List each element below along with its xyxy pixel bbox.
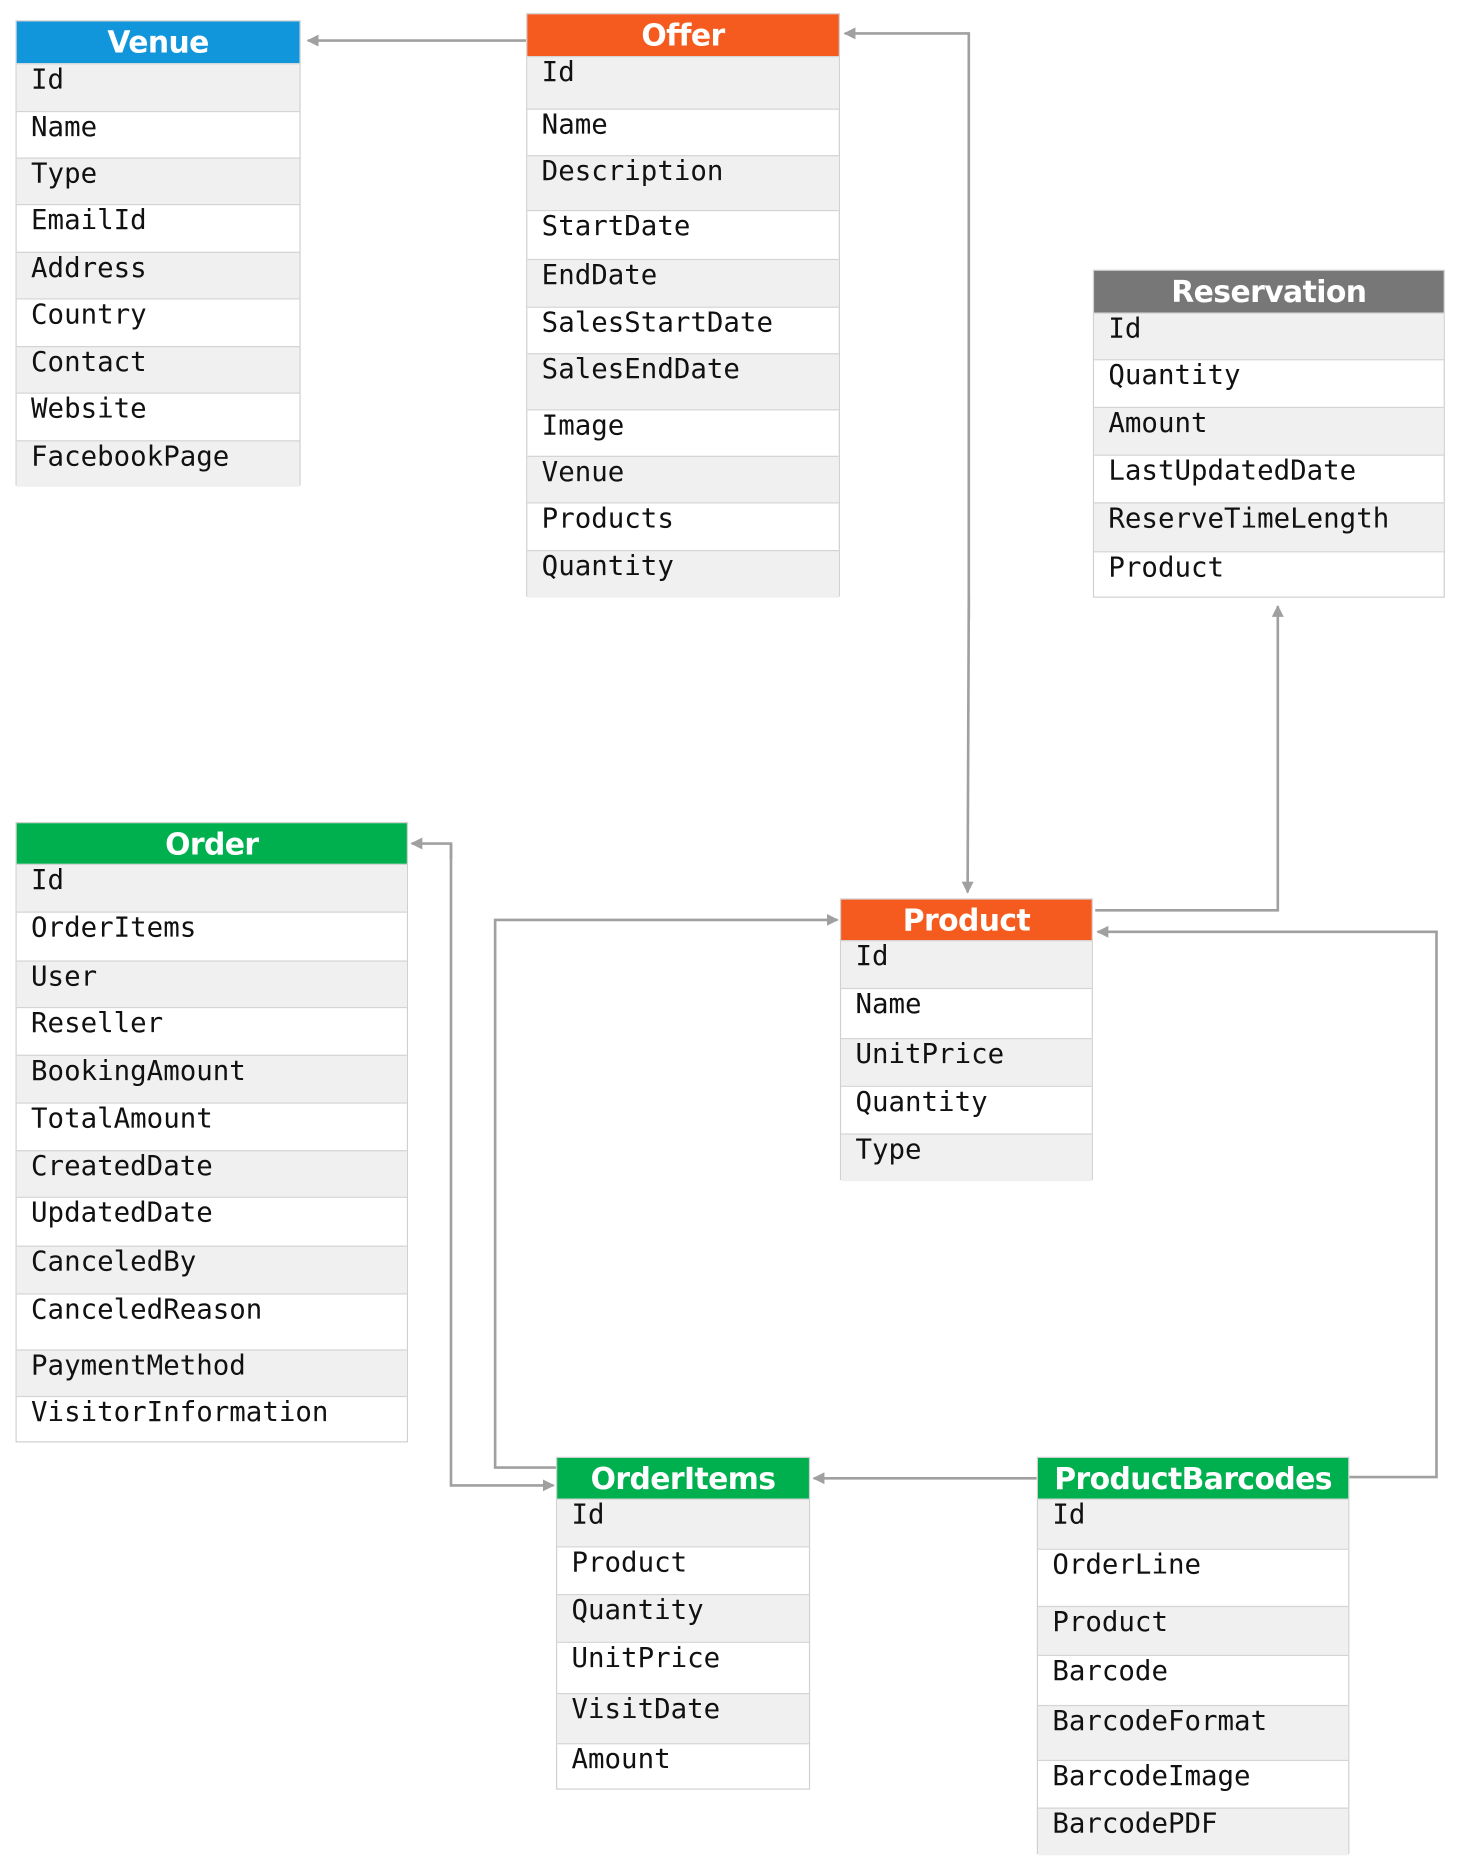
table-reservation: Reservation Id Quantity Amount LastUpdatedDa… <box>1092 269 1445 599</box>
field-row: BarcodeImage <box>1037 1759 1349 1808</box>
field-row: LastUpdatedDate <box>1094 454 1444 503</box>
field-row: BarcodeFormat <box>1037 1704 1349 1760</box>
field-row: Quantity <box>557 1593 809 1642</box>
field-row: OrderItems <box>16 911 407 961</box>
table-title: Reservation <box>1094 270 1444 313</box>
field-row: Id <box>16 63 300 111</box>
link-orderitems-order <box>410 837 453 860</box>
field-row: Name <box>16 110 300 158</box>
field-row: Id <box>841 940 1092 988</box>
field-row: Reseller <box>16 1006 407 1055</box>
table-title: Order <box>16 823 407 865</box>
field-row: Quantity <box>841 1085 1092 1134</box>
field-row: CanceledBy <box>16 1245 407 1294</box>
field-row: Product <box>1094 551 1444 599</box>
table-order: Order Id OrderItems User Reseller BookingAmou… <box>15 822 409 1444</box>
field-row: EmailId <box>16 204 300 252</box>
field-row: Quantity <box>1094 359 1444 407</box>
table-product: Product Id Name UnitPrice Quantity Type <box>839 898 1093 1182</box>
field-row: Website <box>16 392 300 441</box>
table-title: ProductBarcodes <box>1037 1457 1349 1500</box>
field-row: Id <box>16 863 407 912</box>
field-row: Name <box>527 108 839 156</box>
field-row: OrderLine <box>1037 1548 1349 1606</box>
table-title: Product <box>841 899 1092 942</box>
field-row: Amount <box>557 1743 809 1791</box>
table-productbarcodes: ProductBarcodes Id OrderLine Product Barcode… <box>1036 1456 1350 1856</box>
field-row: BookingAmount <box>16 1054 407 1103</box>
field-row: Image <box>527 409 839 456</box>
field-row: Contact <box>16 345 300 393</box>
field-row: Products <box>527 502 839 550</box>
field-row: Description <box>527 155 839 210</box>
field-row: Name <box>841 987 1092 1038</box>
field-row: Amount <box>1094 406 1444 455</box>
table-title: Offer <box>527 14 839 57</box>
field-row: EndDate <box>527 258 839 307</box>
table-offer: Offer Id Name Description StartDate EndDate Sa… <box>526 13 840 598</box>
field-row: Product <box>1037 1605 1349 1655</box>
link-order-orderitems <box>449 843 555 1492</box>
field-row: UnitPrice <box>841 1037 1092 1086</box>
field-row: Type <box>841 1133 1092 1182</box>
field-row: TotalAmount <box>16 1102 407 1150</box>
field-row: BarcodePDF <box>1037 1807 1349 1856</box>
table-venue: Venue Id Name Type EmailId Address Country Cont… <box>15 20 301 487</box>
field-row: Id <box>1037 1498 1349 1549</box>
field-row: CreatedDate <box>16 1150 407 1197</box>
field-row: Product <box>557 1546 809 1594</box>
field-row: VisitorInformation <box>16 1395 407 1444</box>
field-row: CanceledReason <box>16 1293 407 1349</box>
field-row: Address <box>16 251 300 299</box>
field-row: FacebookPage <box>16 440 300 487</box>
field-row: Type <box>16 157 300 205</box>
er-diagram: Venue Id Name Type EmailId Address Country Cont… <box>0 0 1458 1876</box>
link-offer-product <box>961 596 974 894</box>
field-row: Venue <box>527 455 839 503</box>
link-orderitems-product <box>493 913 839 1469</box>
field-row: Country <box>16 298 300 346</box>
link-productbarcodes-product <box>1096 925 1438 1479</box>
field-row: ReserveTimeLength <box>1094 502 1444 552</box>
field-row: UpdatedDate <box>16 1196 407 1246</box>
field-row: Quantity <box>527 550 839 598</box>
field-row: SalesEndDate <box>527 353 839 410</box>
table-title: Venue <box>16 21 300 64</box>
field-row: VisitDate <box>557 1693 809 1744</box>
field-row: UnitPrice <box>557 1641 809 1693</box>
field-row: Barcode <box>1037 1654 1349 1705</box>
field-row: SalesStartDate <box>527 306 839 354</box>
field-row: StartDate <box>527 209 839 259</box>
link-product-reservation <box>1095 604 1284 912</box>
table-title: OrderItems <box>557 1457 809 1500</box>
link-product-offer <box>843 27 971 621</box>
field-row: Id <box>557 1498 809 1547</box>
field-row: Id <box>527 56 839 109</box>
field-row: Id <box>1094 312 1444 360</box>
field-row: User <box>16 960 407 1007</box>
table-orderitems: OrderItems Id Product Quantity UnitPrice Visi… <box>555 1456 811 1791</box>
field-row: PaymentMethod <box>16 1349 407 1396</box>
